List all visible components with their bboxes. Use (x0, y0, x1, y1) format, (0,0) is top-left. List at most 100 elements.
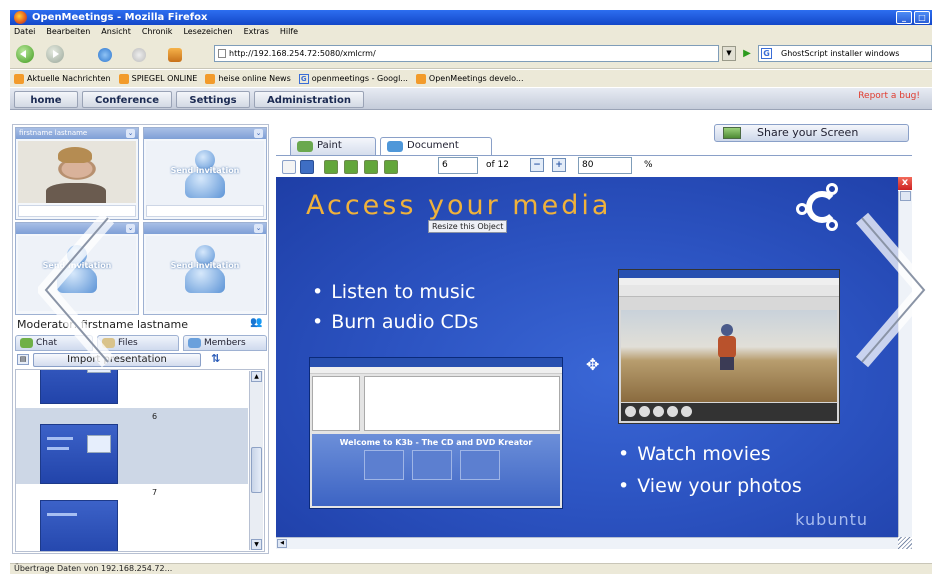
import-file-icon[interactable]: ▤ (17, 354, 29, 365)
bookmark-item[interactable]: Gopenmeetings - Googl... (298, 73, 408, 84)
menu-bar: Datei Bearbeiten Ansicht Chronik Lesezei… (10, 25, 932, 39)
bookmark-label: Aktuelle Nachrichten (27, 74, 111, 83)
nav-administration[interactable]: Administration (254, 91, 364, 108)
slide-bullet: Listen to music (312, 281, 475, 303)
first-page-icon[interactable] (324, 160, 338, 174)
slide-horizontal-scrollbar[interactable]: ◀ (276, 537, 898, 549)
zoom-percent-label: % (644, 160, 653, 170)
search-input[interactable]: G GhostScript installer windows (758, 45, 932, 62)
page-number-input[interactable]: 6 (438, 157, 478, 174)
presentation-slide[interactable]: Access your media Resize this Object Lis… (276, 177, 898, 537)
tab-members-label: Members (204, 338, 246, 348)
minimize-button[interactable]: _ (896, 11, 912, 24)
video-cell-user: firstname lastname ⌄ (15, 127, 139, 220)
save-icon[interactable] (300, 160, 314, 174)
slide-thumbnail (40, 424, 118, 484)
slide-bullet: View your photos (618, 475, 802, 497)
bookmark-label: SPIEGEL ONLINE (131, 74, 198, 83)
zoom-input[interactable]: 80 (578, 157, 632, 174)
tab-paint[interactable]: Paint (290, 137, 376, 155)
list-item[interactable]: 7 (16, 484, 248, 551)
previous-page-icon[interactable] (344, 160, 358, 174)
last-page-icon[interactable] (384, 160, 398, 174)
tab-paint-label: Paint (317, 140, 342, 151)
share-screen-button[interactable]: Share your Screen (714, 124, 909, 142)
menu-bearbeiten[interactable]: Bearbeiten (46, 25, 90, 39)
video-cell-empty[interactable]: ⌄ Send invitation (143, 127, 267, 220)
video-menu-arrow-icon[interactable]: ⌄ (126, 129, 135, 138)
previous-slide-chevron-icon[interactable] (38, 210, 128, 370)
stop-icon[interactable] (132, 48, 146, 62)
chat-icon (20, 338, 33, 348)
nav-home[interactable]: home (14, 91, 78, 108)
menu-ansicht[interactable]: Ansicht (101, 25, 131, 39)
video-player-screenshot (618, 269, 840, 424)
slide-thumbnail-list: 6 7 ▲ ▼ (15, 369, 265, 552)
nav-settings[interactable]: Settings (176, 91, 250, 108)
bookmark-item[interactable]: OpenMeetings develo... (415, 73, 524, 84)
nav-conference[interactable]: Conference (82, 91, 172, 108)
tab-document[interactable]: Document (380, 137, 492, 155)
reload-icon[interactable] (98, 48, 112, 62)
menu-chronik[interactable]: Chronik (142, 25, 173, 39)
thumbnail-scrollbar[interactable]: ▲ ▼ (249, 371, 263, 550)
resize-tooltip: Resize this Object (428, 220, 508, 233)
google-search-icon[interactable]: G (761, 48, 772, 59)
bookmark-item[interactable]: heise online News (205, 73, 291, 84)
rss-feed-icon (205, 73, 216, 84)
k3b-welcome-text: Welcome to K3b - The CD and DVD Kreator (339, 438, 533, 447)
url-dropdown-icon[interactable]: ▼ (722, 46, 736, 61)
video-cell-empty[interactable]: ⌄ Send invitation (143, 222, 267, 315)
zoom-out-icon[interactable]: − (530, 158, 544, 172)
scrollbar-thumb[interactable] (900, 191, 911, 201)
back-arrow-icon[interactable] (16, 45, 34, 63)
next-page-icon[interactable] (364, 160, 378, 174)
share-screen-label: Share your Screen (757, 126, 859, 139)
rss-feed-icon (118, 73, 129, 84)
url-text: http://192.168.254.72:5080/xmlcrm/ (229, 49, 376, 58)
new-document-icon[interactable] (282, 160, 296, 174)
resize-handle[interactable] (898, 537, 912, 549)
search-text: GhostScript installer windows (781, 49, 900, 58)
rss-feed-icon (415, 73, 426, 84)
menu-lesezeichen[interactable]: Lesezeichen (183, 25, 232, 39)
go-arrow-icon[interactable]: ▶ (739, 46, 755, 61)
bookmark-item[interactable]: SPIEGEL ONLINE (118, 73, 198, 84)
video-menu-arrow-icon[interactable]: ⌄ (254, 129, 263, 138)
scroll-down-icon[interactable]: ▼ (251, 539, 262, 550)
url-input[interactable]: http://192.168.254.72:5080/xmlcrm/ (214, 45, 719, 62)
report-bug-link[interactable]: Report a bug! (858, 91, 920, 101)
list-item[interactable] (16, 370, 248, 408)
page-total-label: of 12 (486, 160, 509, 170)
send-invitation-label[interactable]: Send invitation (144, 166, 266, 175)
menu-hilfe[interactable]: Hilfe (280, 25, 298, 39)
close-document-button[interactable]: x (898, 177, 912, 190)
document-icon (387, 141, 403, 152)
maximize-button[interactable]: □ (914, 11, 930, 24)
scroll-up-icon[interactable]: ▲ (251, 371, 262, 382)
bookmark-item[interactable]: Aktuelle Nachrichten (14, 73, 111, 84)
move-cursor-icon: ✥ (586, 355, 600, 374)
scrollbar-thumb[interactable] (251, 447, 262, 493)
firefox-logo-icon (14, 11, 27, 24)
scroll-left-icon[interactable]: ◀ (277, 539, 287, 548)
video-menu-arrow-icon[interactable]: ⌄ (254, 224, 263, 233)
next-slide-chevron-icon[interactable] (842, 210, 932, 370)
video-cell-header: ⌄ (144, 223, 266, 234)
user-avatar-icon (185, 150, 225, 200)
menu-extras[interactable]: Extras (244, 25, 269, 39)
zoom-in-icon[interactable]: + (552, 158, 566, 172)
send-invitation-label[interactable]: Send invitation (144, 261, 266, 270)
forward-arrow-icon[interactable] (46, 45, 64, 63)
list-item[interactable]: 6 (16, 408, 248, 484)
slide-bullet: Burn audio CDs (312, 311, 478, 333)
bookmark-label: OpenMeetings develo... (428, 74, 524, 83)
webcam-video (18, 141, 136, 203)
menu-datei[interactable]: Datei (14, 25, 35, 39)
tab-members[interactable]: Members (183, 335, 267, 351)
home-icon[interactable] (168, 48, 182, 62)
status-bar: Übertrage Daten von 192.168.254.72... (10, 563, 932, 574)
slide-bullet: Watch movies (618, 443, 770, 465)
sort-icon[interactable]: ⇅ (211, 352, 220, 365)
moderator-users-icon[interactable]: 👥 (250, 317, 264, 329)
